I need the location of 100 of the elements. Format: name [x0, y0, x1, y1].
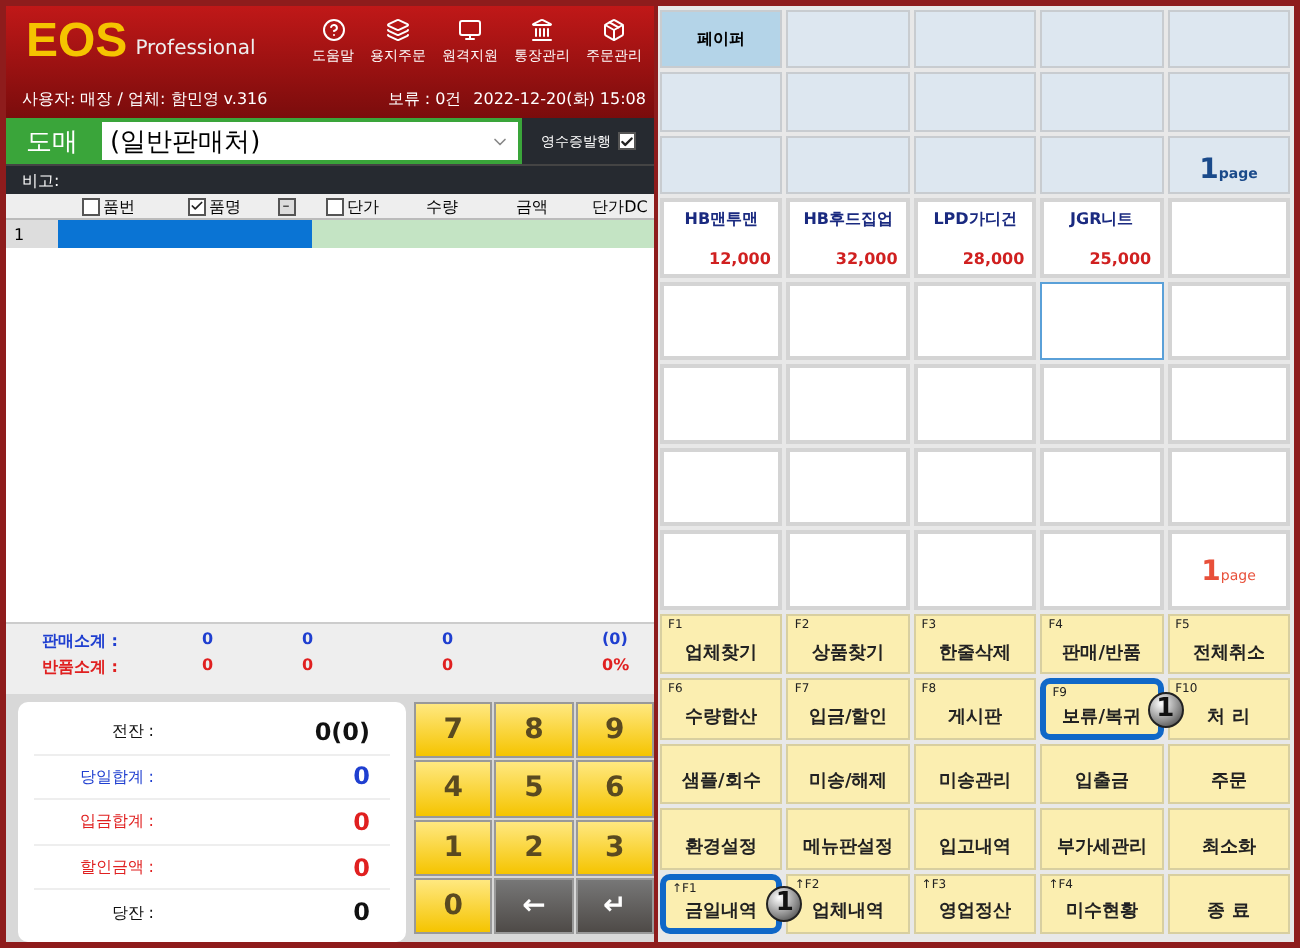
product-tile[interactable]: [660, 447, 783, 527]
monitor-icon: [458, 18, 482, 42]
product-tile[interactable]: [913, 447, 1037, 527]
subtotal-value: 0: [302, 656, 316, 678]
keypad-key[interactable]: 0: [414, 877, 493, 934]
total-value: 0(0): [312, 717, 372, 746]
column-checkbox[interactable]: [81, 197, 99, 215]
keypad-key[interactable]: 9: [575, 702, 654, 759]
product-tile[interactable]: [660, 281, 783, 361]
keypad-key[interactable]: 3: [575, 819, 654, 876]
date-time: 2022-12-20(화) 15:08: [473, 87, 646, 109]
category-tile[interactable]: [786, 135, 910, 194]
total-label: 입금합계 :: [77, 810, 154, 833]
page-number: 1: [1199, 153, 1219, 186]
function-button[interactable]: 입고내역: [913, 808, 1037, 870]
product-tile[interactable]: [1167, 364, 1290, 444]
page-number: 1: [1201, 556, 1221, 589]
category-tile[interactable]: [913, 72, 1037, 132]
column-header: 단가DC: [592, 195, 648, 217]
total-label: 전잔 :: [109, 720, 154, 743]
column-header: 품번: [103, 195, 135, 217]
selected-cell[interactable]: [58, 220, 312, 248]
customer-dropdown[interactable]: (일반판매처): [98, 118, 522, 164]
function-button[interactable]: 종 료: [1167, 873, 1290, 934]
help-icon: [321, 18, 345, 42]
column-checkbox[interactable]: [187, 197, 205, 215]
keypad-key[interactable]: ←: [494, 877, 574, 934]
product-tile[interactable]: [1167, 447, 1290, 527]
product-tile[interactable]: [660, 364, 783, 444]
function-button[interactable]: 샘플/회수: [660, 743, 783, 805]
product-tile[interactable]: [1040, 281, 1164, 361]
subtotal-label: 반품소계 :: [42, 656, 120, 678]
subtotal-value: 0%: [602, 656, 632, 678]
subtotal-value: 0: [302, 630, 316, 652]
hold-count: 보류 : 0건: [387, 87, 462, 109]
keypad-key[interactable]: 5: [494, 760, 574, 817]
product-tile[interactable]: HB맨투맨 12,000: [660, 198, 783, 278]
product-tile[interactable]: [1040, 364, 1164, 444]
table-row[interactable]: 1: [6, 220, 654, 248]
function-button[interactable]: 부가세관리: [1040, 808, 1164, 870]
subtotal-value: 0: [202, 630, 216, 652]
column-header: 품명: [209, 195, 241, 217]
keypad-key[interactable]: 6: [575, 760, 654, 817]
total-value: 0: [351, 762, 372, 791]
subtotal-value: (0): [602, 630, 630, 652]
total-label: 당일합계 :: [77, 765, 154, 788]
product-tile[interactable]: [660, 530, 783, 610]
total-value: 0: [351, 807, 372, 836]
total-value: 0: [351, 853, 372, 882]
product-tile[interactable]: [786, 447, 910, 527]
function-button[interactable]: 주문: [1167, 743, 1290, 805]
function-button[interactable]: 입출금: [1040, 743, 1164, 805]
category-tile[interactable]: [786, 10, 910, 69]
product-tile[interactable]: [913, 530, 1037, 610]
function-button[interactable]: 미송/해제: [786, 743, 910, 805]
product-tile[interactable]: [1040, 447, 1164, 527]
row-number: 1: [6, 220, 58, 248]
category-tile[interactable]: [1040, 72, 1164, 132]
product-tile[interactable]: [1167, 281, 1290, 361]
category-tile[interactable]: [1167, 10, 1290, 69]
product-tile[interactable]: [913, 281, 1037, 361]
category-tile[interactable]: [1167, 72, 1290, 132]
keypad-key[interactable]: 8: [494, 702, 574, 759]
total-label: 당잔 :: [109, 901, 154, 924]
product-tile[interactable]: [1040, 530, 1164, 610]
keypad-key[interactable]: 7: [414, 702, 493, 759]
function-button[interactable]: 환경설정: [660, 808, 783, 870]
keypad-key[interactable]: 2: [494, 819, 574, 876]
keypad-key[interactable]: 4: [414, 760, 493, 817]
product-tile[interactable]: [786, 281, 910, 361]
column-checkbox[interactable]: [325, 197, 343, 215]
product-tile[interactable]: [786, 530, 910, 610]
product-tile[interactable]: JGR니트 25,000: [1040, 198, 1164, 278]
category-tile[interactable]: [1040, 10, 1164, 69]
subtotal-value: 0: [442, 656, 456, 678]
category-tile[interactable]: [913, 135, 1037, 194]
category-tile[interactable]: [660, 135, 783, 194]
product-tile[interactable]: [786, 364, 910, 444]
box-icon: [602, 18, 626, 42]
function-button[interactable]: 메뉴판설정: [786, 808, 910, 870]
subtotal-label: 판매소계 :: [42, 630, 120, 652]
category-tile[interactable]: [1040, 135, 1164, 194]
layers-icon: [386, 18, 410, 42]
receipt-checkbox[interactable]: [617, 132, 635, 150]
column-header: 수량: [426, 195, 458, 217]
function-button[interactable]: 미송관리: [913, 743, 1037, 805]
product-tile[interactable]: LPD가디건 28,000: [913, 198, 1037, 278]
product-tile[interactable]: [1167, 198, 1290, 278]
category-tile[interactable]: [660, 72, 783, 132]
keypad-key[interactable]: 1: [414, 819, 493, 876]
category-tile[interactable]: [786, 72, 910, 132]
category-tile[interactable]: [913, 10, 1037, 69]
category-tile[interactable]: 페이퍼: [660, 10, 783, 69]
subtotal-value: 0: [442, 630, 456, 652]
keypad-key[interactable]: ↵: [575, 877, 654, 934]
subtotal-value: 0: [202, 656, 216, 678]
product-tile[interactable]: [913, 364, 1037, 444]
product-tile[interactable]: HB후드집업 32,000: [786, 198, 910, 278]
function-button[interactable]: 최소화: [1167, 808, 1290, 870]
total-label: 할인금액 :: [77, 856, 154, 879]
